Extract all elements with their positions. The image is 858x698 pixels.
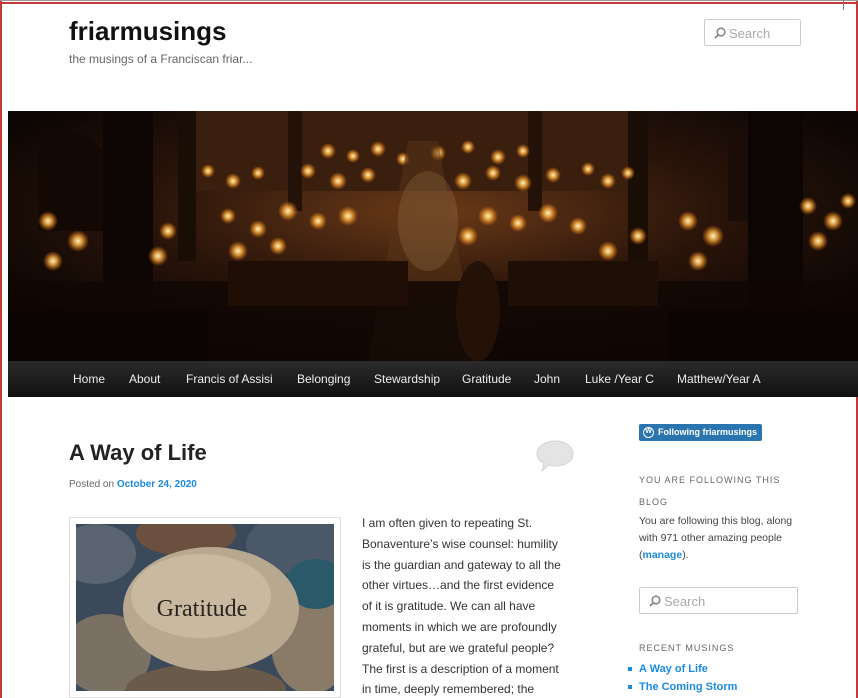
- post-line: The first is a description of a moment: [362, 661, 559, 676]
- nav-item-gratitude[interactable]: Gratitude: [462, 372, 511, 386]
- post-line: of it is gratitude. We can all have: [362, 599, 536, 614]
- nav-item-stewardship[interactable]: Stewardship: [374, 372, 440, 386]
- divider: [843, 0, 844, 10]
- recent-post-link[interactable]: A Way of Life: [628, 660, 737, 678]
- sidebar-search-input[interactable]: Search: [639, 587, 798, 614]
- post-meta: Posted on October 24, 2020: [69, 479, 197, 490]
- post-line: in time, deeply remembered; the: [362, 682, 535, 697]
- gratitude-stone-image: Gratitude: [76, 524, 334, 691]
- wordpress-icon: W: [643, 427, 654, 438]
- search-placeholder: Search: [729, 26, 771, 41]
- nav-item-john[interactable]: John: [534, 372, 560, 386]
- nav-item-home[interactable]: Home: [73, 372, 105, 386]
- comment-bubble-icon[interactable]: [536, 439, 574, 473]
- nav-item-luke-year-c[interactable]: Luke /Year C: [585, 372, 654, 386]
- following-text: You are following this blog, along with …: [639, 513, 809, 564]
- nav-item-belonging[interactable]: Belonging: [297, 372, 350, 386]
- post-line: other virtues…and the first evidence: [362, 578, 555, 593]
- image-caption-text: Gratitude: [157, 596, 248, 622]
- header-banner-image: [8, 111, 858, 361]
- nav-item-about[interactable]: About: [129, 372, 160, 386]
- recent-post-link[interactable]: The Coming Storm: [628, 678, 737, 696]
- following-button[interactable]: W Following friarmusings: [639, 424, 763, 441]
- header-search-input[interactable]: Search: [704, 19, 801, 46]
- search-icon: [714, 27, 726, 39]
- post-line: Bonaventure’s wise counsel: humility: [362, 536, 558, 551]
- search-icon: [649, 595, 661, 607]
- post-excerpt: I am often given to repeating St. Bonave…: [362, 513, 577, 698]
- nav-item-francis-of-assisi[interactable]: Francis of Assisi: [186, 372, 273, 386]
- manage-link[interactable]: manage: [643, 549, 683, 561]
- candlelit-church-image: [8, 111, 858, 361]
- main-navigation: Home About Francis of Assisi Belonging S…: [8, 361, 858, 397]
- top-border: [0, 0, 858, 4]
- recent-musings-heading: RECENT MUSINGS: [639, 643, 735, 653]
- post-featured-image[interactable]: Gratitude: [69, 517, 341, 698]
- recent-musings-list: A Way of Life The Coming Storm: [628, 660, 737, 696]
- following-button-label: Following friarmusings: [658, 427, 758, 437]
- post-date-link[interactable]: October 24, 2020: [117, 479, 197, 490]
- site-title[interactable]: friarmusings: [69, 16, 227, 47]
- site-description: the musings of a Franciscan friar...: [69, 52, 253, 66]
- following-heading-line2: BLOG: [639, 497, 669, 507]
- post-line: I am often given to repeating St.: [362, 516, 533, 530]
- post-line: is the guardian and gateway to all the: [362, 557, 561, 572]
- nav-item-matthew-year-a[interactable]: Matthew/Year A: [677, 372, 761, 386]
- post-title[interactable]: A Way of Life: [69, 440, 207, 466]
- post-line: grateful, but are we grateful people?: [362, 640, 555, 655]
- posted-on-label: Posted on: [69, 479, 115, 490]
- post-line: moments in which we are profoundly: [362, 619, 557, 634]
- search-placeholder: Search: [664, 594, 706, 609]
- following-heading: YOU ARE FOLLOWING THIS: [639, 475, 781, 485]
- following-text-end: ).: [682, 549, 689, 561]
